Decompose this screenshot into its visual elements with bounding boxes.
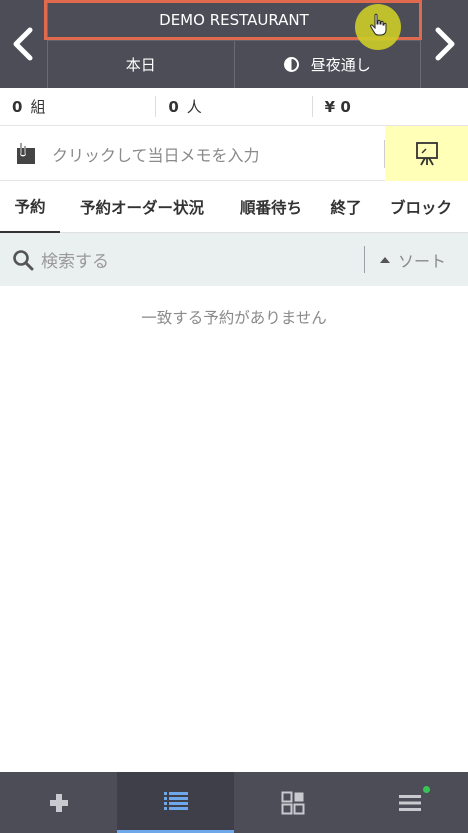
- summary-stats: 0 組 0 人 ¥ 0: [0, 88, 468, 126]
- period-label: 昼夜通し: [310, 56, 371, 74]
- app-header: DEMO RESTAURANT 本日 昼夜通し: [0, 0, 468, 88]
- tab-order-status[interactable]: 予約オーダー状況: [60, 181, 224, 233]
- sort-divider: [364, 246, 365, 273]
- empty-state-message: 一致する予約がありません: [141, 309, 327, 327]
- plus-icon: [49, 793, 68, 812]
- search-icon: [13, 250, 34, 271]
- sort-label: ソート: [398, 251, 447, 271]
- sales-stat: ¥ 0: [311, 96, 468, 117]
- people-stat: 0 人: [155, 96, 311, 117]
- tab-waitlist[interactable]: 順番待ち: [224, 181, 318, 233]
- mouse-cursor-indicator: [355, 4, 401, 50]
- date-period-row: 本日 昼夜通し: [47, 40, 421, 88]
- groups-count: 0: [12, 97, 23, 116]
- sales-amount: ¥ 0: [324, 97, 351, 116]
- list-icon: [163, 792, 188, 810]
- whiteboard-button[interactable]: [385, 126, 468, 181]
- groups-stat: 0 組: [0, 88, 155, 125]
- chevron-right-icon: [435, 27, 455, 61]
- tab-reservations[interactable]: 予約: [0, 181, 60, 233]
- chevron-left-icon: [13, 27, 33, 61]
- floor-layout-button[interactable]: [234, 772, 351, 833]
- search-bar: 検索する ソート: [0, 233, 468, 286]
- next-day-button[interactable]: [422, 0, 468, 88]
- tab-finished[interactable]: 終了: [318, 181, 374, 233]
- list-view-button[interactable]: [117, 772, 234, 833]
- date-selector[interactable]: 本日: [48, 41, 234, 88]
- restaurant-name: DEMO RESTAURANT: [159, 11, 309, 29]
- reservation-tabs: 予約 予約オーダー状況 順番待ち 終了 ブロック: [0, 181, 468, 233]
- add-reservation-button[interactable]: [0, 772, 117, 833]
- groups-unit: 組: [30, 98, 46, 116]
- day-night-icon: [283, 57, 299, 72]
- hand-pointer-icon: [370, 13, 387, 36]
- sort-arrow-icon: [380, 256, 390, 263]
- memo-clip-icon: [17, 143, 35, 164]
- tab-block[interactable]: ブロック: [374, 181, 468, 233]
- people-unit: 人: [186, 98, 202, 116]
- whiteboard-icon: [415, 141, 438, 165]
- period-selector[interactable]: 昼夜通し: [233, 41, 421, 88]
- memo-input[interactable]: クリックして当日メモを入力: [52, 126, 260, 181]
- bottom-navigation: [0, 772, 468, 833]
- notification-dot: [423, 786, 430, 793]
- menu-icon: [398, 794, 421, 811]
- date-label: 本日: [125, 56, 156, 74]
- grid-icon: [281, 791, 304, 814]
- previous-day-button[interactable]: [0, 0, 46, 88]
- search-input[interactable]: 検索する: [41, 233, 109, 286]
- people-count: 0: [168, 97, 179, 116]
- sort-button[interactable]: ソート: [380, 233, 446, 286]
- main-menu-button[interactable]: [351, 772, 468, 833]
- daily-memo-bar: クリックして当日メモを入力: [0, 126, 468, 181]
